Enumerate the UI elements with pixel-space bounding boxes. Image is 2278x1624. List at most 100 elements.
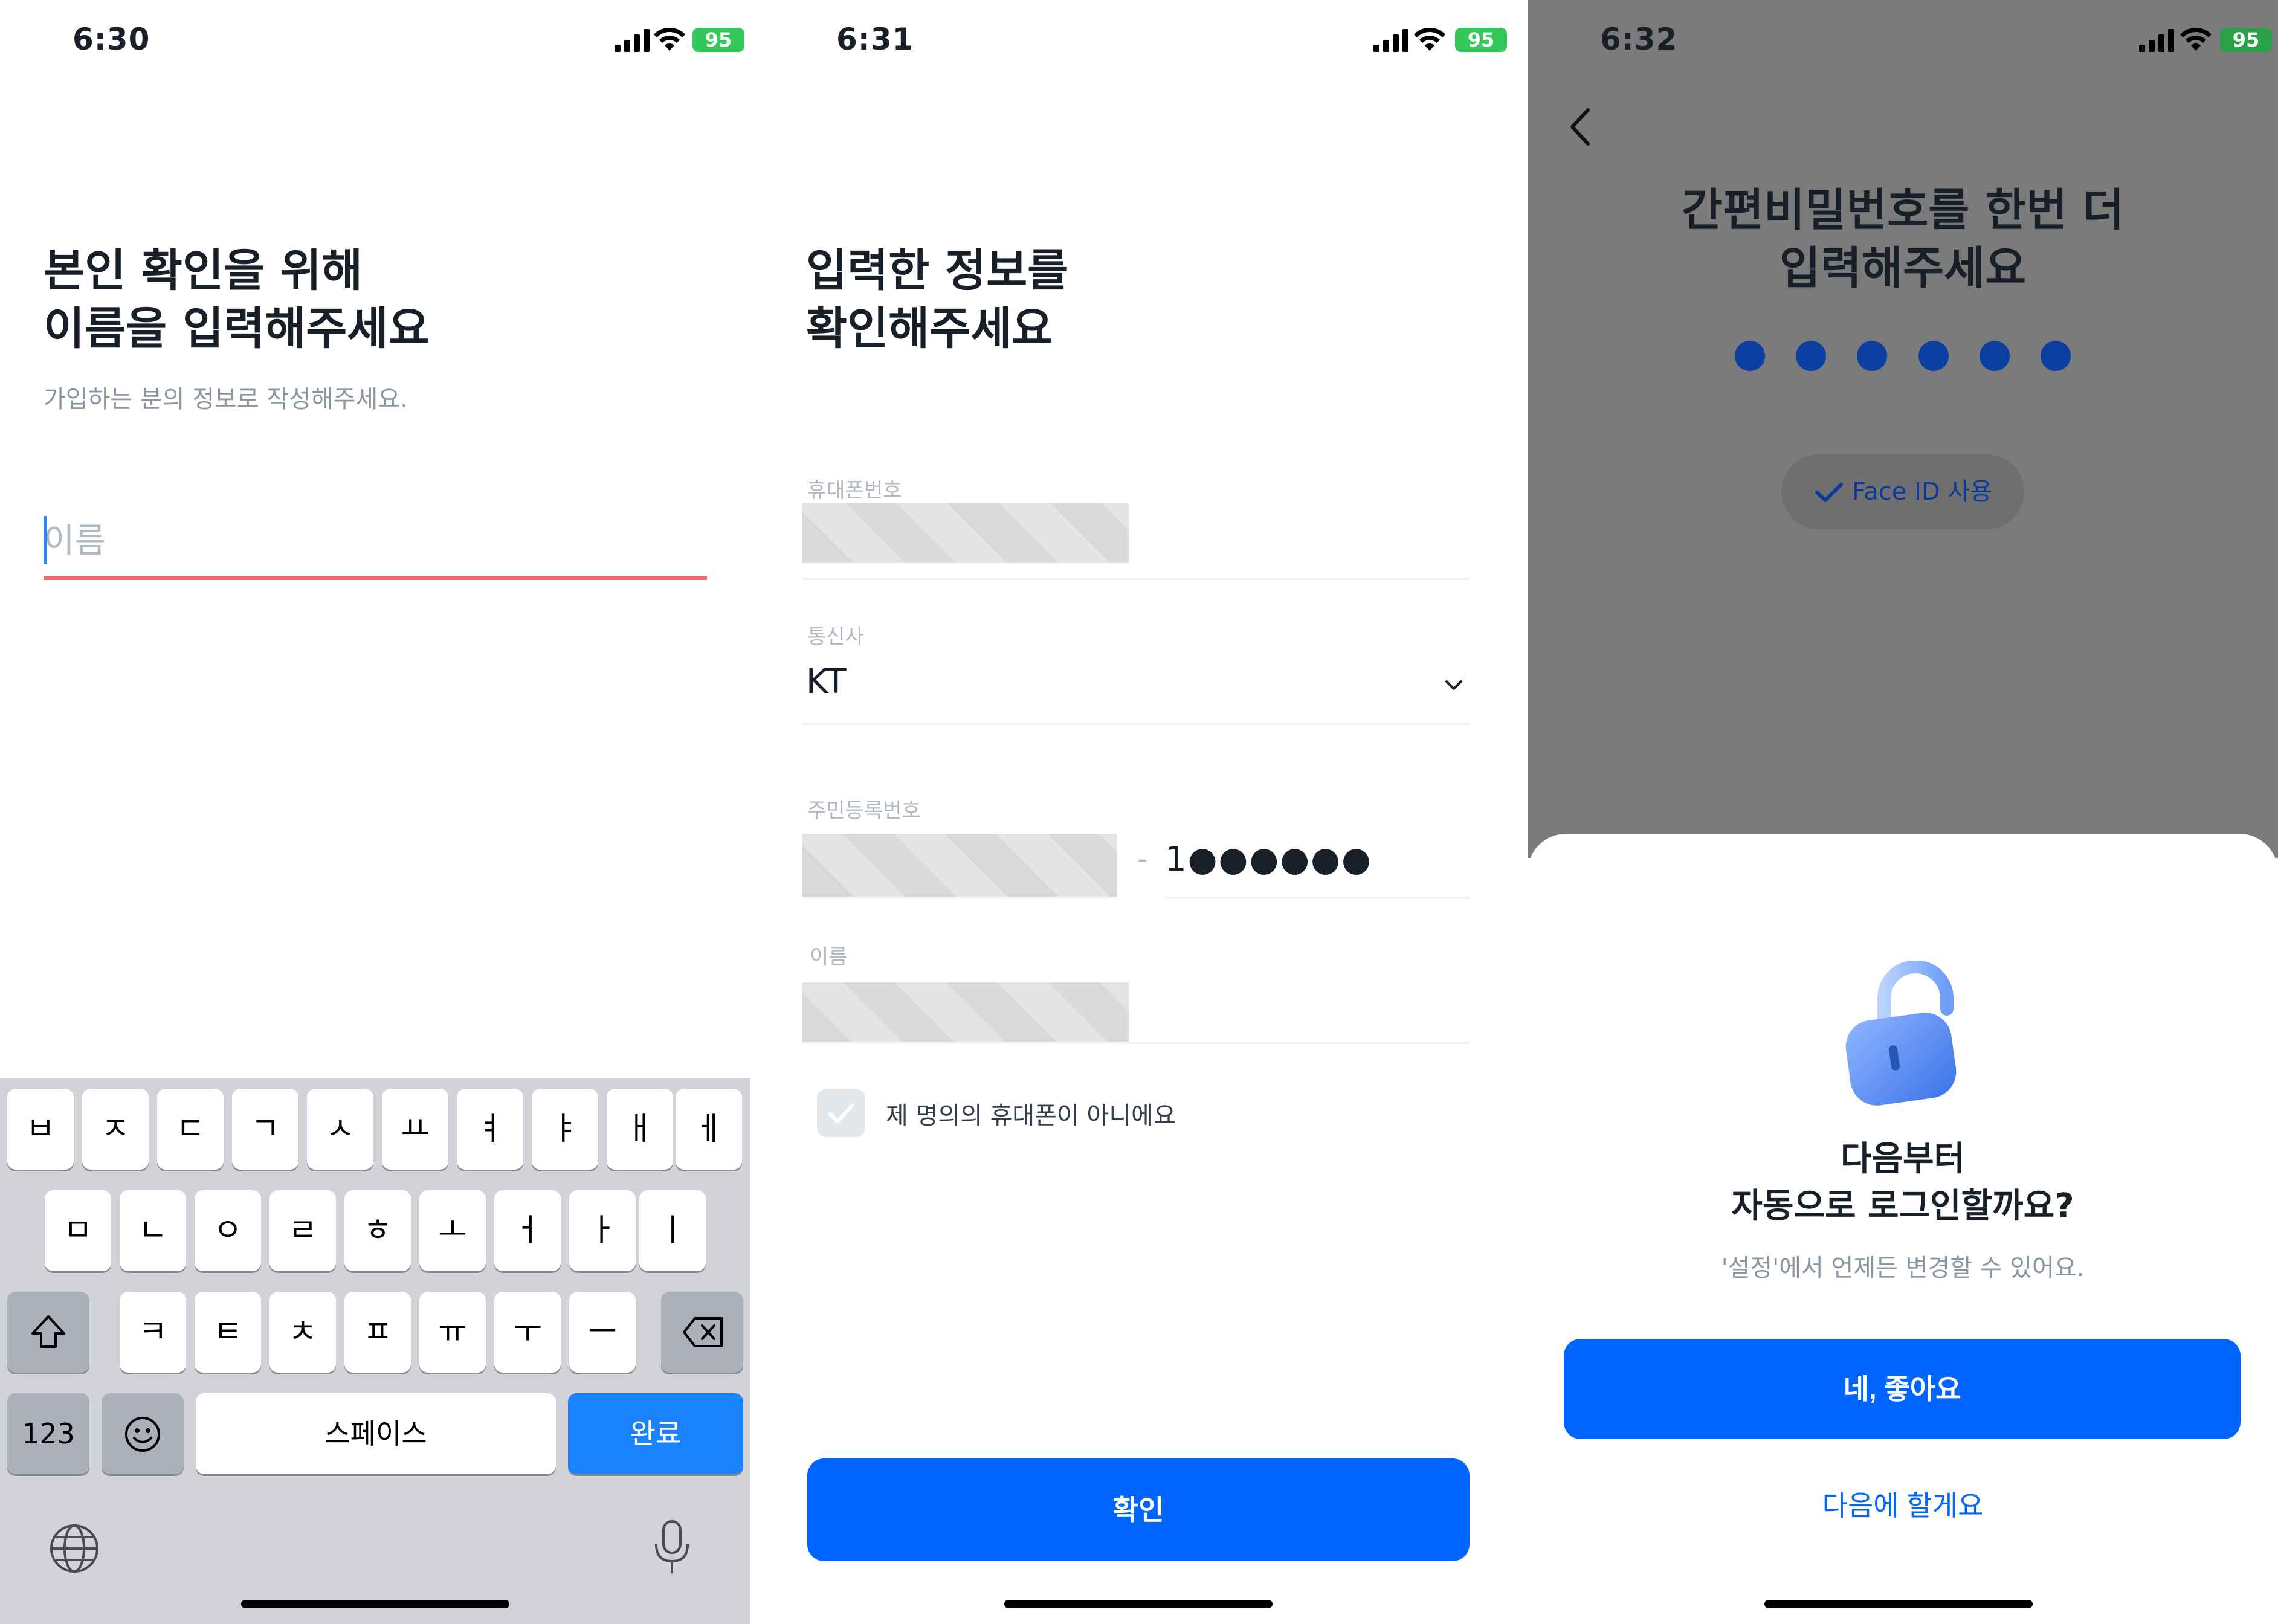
home-indicator bbox=[1764, 1600, 2033, 1608]
phone-field-underline bbox=[802, 578, 1470, 580]
key[interactable]: ㄱ bbox=[232, 1089, 298, 1170]
keyboard-row-2: ㅁ ㄴ ㅇ ㄹ ㅎ ㅗ ㅓ ㅏ ㅣ bbox=[0, 1190, 750, 1271]
battery-icon: 95 bbox=[692, 28, 744, 52]
key[interactable]: ㄴ bbox=[120, 1190, 186, 1271]
key[interactable]: ㅓ bbox=[494, 1190, 561, 1271]
cellular-signal-icon bbox=[1373, 29, 1408, 52]
page-title: 본인 확인을 위해 이름을 입력해주세요 bbox=[44, 245, 430, 355]
check-icon bbox=[828, 1104, 854, 1123]
name-field-underline bbox=[802, 1042, 1470, 1044]
screens-container: 6:30 95 본인 확인을 위해 이름을 입력해주세요 가입하는 분의 정보로… bbox=[0, 0, 2278, 1624]
done-key[interactable]: 완료 bbox=[568, 1393, 743, 1474]
microphone-icon[interactable] bbox=[653, 1519, 691, 1577]
wifi-icon bbox=[2180, 28, 2212, 51]
key[interactable]: ㅛ bbox=[382, 1089, 448, 1170]
battery-icon: 95 bbox=[2220, 28, 2272, 52]
not-my-phone-label[interactable]: 제 명의의 휴대폰이 아니에요 bbox=[886, 1096, 1176, 1131]
text-caret bbox=[44, 516, 47, 564]
auto-login-screen: 6:32 95 간편비밀번호를 한번 더 입력해주세요 Face ID 사용 다… bbox=[1528, 0, 2278, 1624]
key[interactable]: ㅇ bbox=[195, 1190, 261, 1271]
pin-dot bbox=[1979, 341, 2010, 371]
back-arrow-icon[interactable] bbox=[1564, 103, 1600, 151]
key[interactable]: ㅈ bbox=[82, 1089, 149, 1170]
key[interactable]: ㅠ bbox=[419, 1292, 486, 1373]
battery-icon: 95 bbox=[1455, 28, 1507, 52]
pin-dot bbox=[1857, 341, 1888, 371]
status-bar: 6:32 95 bbox=[1528, 0, 2278, 85]
wifi-icon bbox=[654, 28, 685, 51]
name-field-label: 이름 bbox=[810, 945, 848, 969]
name-field bbox=[44, 507, 707, 580]
status-time: 6:30 bbox=[73, 22, 150, 57]
key[interactable]: ㅐ bbox=[607, 1089, 673, 1170]
key[interactable]: ㅂ bbox=[7, 1089, 74, 1170]
rrn-dash: - bbox=[1137, 842, 1148, 876]
space-key[interactable]: 스페이스 bbox=[196, 1393, 556, 1474]
key[interactable]: ㅕ bbox=[457, 1089, 523, 1170]
shift-key[interactable] bbox=[7, 1292, 89, 1373]
cellular-signal-icon bbox=[2139, 29, 2174, 52]
key[interactable]: ㅣ bbox=[639, 1190, 706, 1271]
face-id-toggle[interactable]: Face ID 사용 bbox=[1781, 454, 2024, 529]
numbers-key[interactable]: 123 bbox=[7, 1393, 89, 1474]
pin-dots bbox=[1528, 341, 2278, 373]
key[interactable]: ㄷ bbox=[157, 1089, 224, 1170]
key[interactable]: ㅗ bbox=[419, 1190, 486, 1271]
keyboard-row-1: ㅂ ㅈ ㄷ ㄱ ㅅ ㅛ ㅕ ㅑ ㅐ ㅔ bbox=[0, 1089, 750, 1170]
unlocked-padlock-icon bbox=[1845, 961, 1957, 1106]
key[interactable]: ㅜ bbox=[494, 1292, 561, 1373]
rrn-field-label: 주민등록번호 bbox=[807, 799, 921, 823]
rrn-front-redacted[interactable] bbox=[802, 834, 1117, 897]
rrn-front-underline bbox=[802, 897, 1117, 899]
phone-field-label: 휴대폰번호 bbox=[807, 478, 902, 503]
backspace-key[interactable] bbox=[661, 1292, 743, 1373]
yes-auto-login-button[interactable]: 네, 좋아요 bbox=[1564, 1339, 2241, 1439]
not-my-phone-checkbox[interactable] bbox=[817, 1089, 865, 1137]
home-indicator bbox=[1004, 1600, 1273, 1608]
key[interactable]: ㅌ bbox=[195, 1292, 261, 1373]
carrier-field-label: 통신사 bbox=[807, 625, 864, 649]
page-subtitle: 가입하는 분의 정보로 작성해주세요. bbox=[44, 385, 408, 413]
confirm-button[interactable]: 확인 bbox=[807, 1458, 1470, 1561]
status-bar: 6:31 95 bbox=[764, 0, 1528, 85]
later-button[interactable]: 다음에 할게요 bbox=[1528, 1484, 2278, 1524]
pin-title: 간편비밀번호를 한번 더 입력해주세요 bbox=[1681, 184, 2125, 294]
key[interactable]: ㅍ bbox=[344, 1292, 411, 1373]
name-input[interactable] bbox=[44, 507, 707, 574]
status-time: 6:31 bbox=[836, 22, 914, 57]
dimmed-background[interactable] bbox=[1528, 0, 2278, 858]
face-id-label: Face ID 사용 bbox=[1851, 478, 1993, 506]
shift-icon bbox=[31, 1315, 65, 1348]
home-indicator bbox=[241, 1600, 509, 1608]
rrn-back-digits[interactable]: 1●●●●●● bbox=[1165, 840, 1372, 879]
wifi-icon bbox=[1414, 28, 1445, 51]
check-icon bbox=[1815, 483, 1843, 502]
sheet-title: 다음부터 자동으로 로그인할까요? bbox=[1731, 1139, 2074, 1226]
status-time: 6:32 bbox=[1600, 22, 1678, 57]
key[interactable]: ㄹ bbox=[269, 1190, 336, 1271]
key[interactable]: ㅎ bbox=[344, 1190, 411, 1271]
key[interactable]: ㅊ bbox=[269, 1292, 336, 1373]
emoji-key[interactable] bbox=[102, 1393, 184, 1474]
globe-icon[interactable] bbox=[48, 1522, 100, 1574]
key[interactable]: ㅁ bbox=[45, 1190, 111, 1271]
cellular-signal-icon bbox=[615, 29, 650, 52]
key[interactable]: ㅋ bbox=[120, 1292, 186, 1373]
key[interactable]: ㅅ bbox=[307, 1089, 373, 1170]
keyboard-row-4: 123 스페이스 완료 bbox=[0, 1393, 750, 1474]
name-entry-screen: 6:30 95 본인 확인을 위해 이름을 입력해주세요 가입하는 분의 정보로… bbox=[0, 0, 750, 1624]
key[interactable]: ㅔ bbox=[676, 1089, 742, 1170]
phone-number-redacted[interactable] bbox=[802, 503, 1129, 563]
name-redacted[interactable] bbox=[802, 982, 1129, 1044]
pin-dot bbox=[1918, 341, 1949, 371]
carrier-field-underline bbox=[802, 723, 1470, 725]
chevron-down-icon[interactable] bbox=[1442, 673, 1466, 697]
pin-dot bbox=[2040, 341, 2071, 371]
keyboard-row-3: ㅋ ㅌ ㅊ ㅍ ㅠ ㅜ ㅡ bbox=[0, 1292, 750, 1373]
page-title: 입력한 정보를 확인해주세요 bbox=[806, 245, 1069, 355]
key[interactable]: ㅑ bbox=[532, 1089, 598, 1170]
key[interactable]: ㅏ bbox=[569, 1190, 636, 1271]
carrier-select-value[interactable]: KT bbox=[806, 662, 847, 701]
rrn-back-underline bbox=[1165, 897, 1470, 899]
key[interactable]: ㅡ bbox=[569, 1292, 636, 1373]
